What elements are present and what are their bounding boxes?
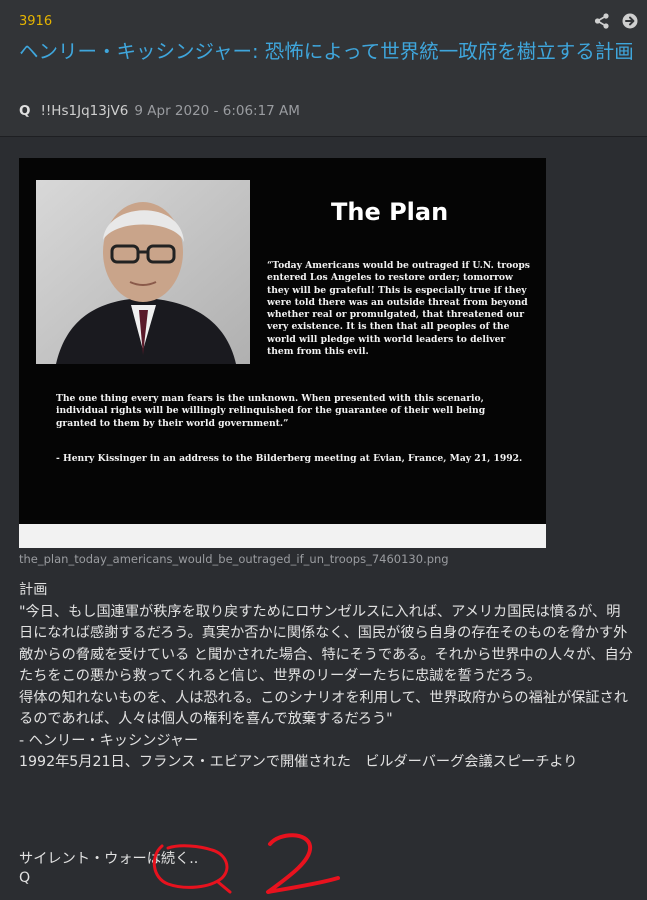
body-line: 1992年5月21日、フランス・エビアンで開催された ビルダーバーグ会議スピーチ…: [19, 754, 578, 770]
post-meta: Q !!Hs1Jq13jV6 9 Apr 2020 - 6:06:17 AM: [19, 103, 300, 119]
body-line: - ヘンリー・キッシンジャー: [19, 732, 199, 749]
post-body: 計画 "今日、もし国連軍が秩序を取り戻すためにロサンゼルスに入れば、アメリカ国民…: [19, 580, 634, 774]
post-title[interactable]: ヘンリー・キッシンジャー: 恐怖によって世界統一政府を樹立する計画: [19, 40, 639, 64]
post-actions: [593, 12, 639, 30]
signature: Q: [19, 870, 31, 886]
post-timestamp: 9 Apr 2020 - 6:06:17 AM: [134, 103, 300, 119]
attribution-event: Bilderberg meeting at Evian: [255, 453, 402, 464]
share-icon[interactable]: [593, 12, 611, 30]
attribution-prefix: - Henry Kissinger in an address to the: [56, 453, 256, 464]
image-filename[interactable]: the_plan_today_americans_would_be_outrag…: [19, 552, 449, 566]
image-quote-main: “Today Americans would be outraged if U.…: [267, 260, 530, 358]
image-attribution: - Henry Kissinger in an address to the B…: [56, 453, 526, 464]
post-image[interactable]: The Plan “Today Americans would be outra…: [19, 158, 546, 548]
body-line: 得体の知れないものを、人は恐れる。このシナリオを利用して、世界政府からの福祉が保…: [19, 689, 628, 728]
post-number[interactable]: 3916: [19, 14, 52, 29]
author-name: Q: [19, 103, 31, 119]
image-bottom-strip: [19, 524, 546, 548]
red-annotation: [152, 833, 340, 894]
image-quote-second: The one thing every man fears is the unk…: [56, 393, 486, 429]
portrait-photo: [36, 180, 250, 364]
body-line: "今日、もし国連軍が秩序を取り戻すためにロサンゼルスに入れば、アメリカ国民は憤る…: [19, 603, 633, 685]
image-heading: The Plan: [331, 198, 449, 226]
tripcode: !!Hs1Jq13jV6: [40, 103, 129, 119]
header-divider: [0, 136, 647, 137]
body-line: 計画: [19, 582, 48, 598]
attribution-suffix: , France, May 21, 1992.: [401, 453, 523, 464]
arrow-right-circle-icon[interactable]: [621, 12, 639, 30]
